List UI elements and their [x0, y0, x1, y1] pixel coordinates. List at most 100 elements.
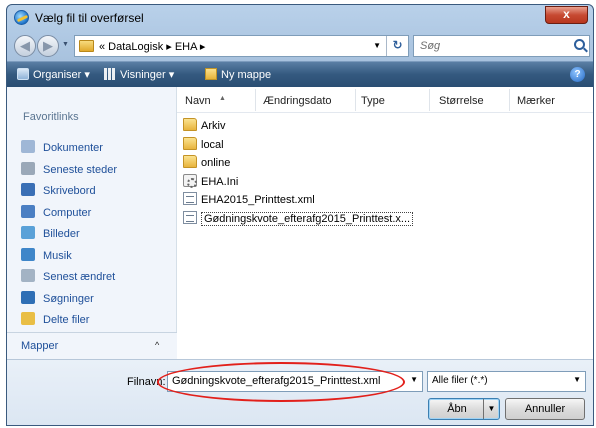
title-bar: Vælg fil til overførsel x	[7, 5, 593, 31]
recently-changed-icon	[21, 269, 35, 282]
nav-item[interactable]: Dokumenter	[21, 138, 117, 160]
file-name: local	[201, 138, 224, 151]
views-label: Visninger ▾	[120, 69, 175, 81]
desktop-icon	[21, 183, 35, 196]
column-divider[interactable]	[255, 89, 256, 111]
computer-icon	[21, 204, 35, 218]
column-type[interactable]: Type	[361, 95, 385, 107]
nav-item[interactable]: Delte filer	[21, 310, 117, 332]
file-row[interactable]: EHA.Ini	[183, 173, 423, 192]
views-button[interactable]: Visninger ▾	[104, 68, 174, 81]
file-name: EHA.Ini	[201, 175, 239, 188]
file-name: EHA2015_Printtest.xml	[201, 194, 315, 207]
open-button[interactable]: Åbn ▼	[428, 398, 500, 420]
back-arrow-icon: ◀	[20, 38, 30, 53]
column-divider[interactable]	[509, 89, 510, 111]
folder-icon	[183, 118, 197, 131]
dialog-footer: Filnavn: Gødningskvote_efterafg2015_Prin…	[7, 359, 593, 425]
recent-places-icon	[21, 161, 35, 175]
address-field[interactable]: « DataLogisk ▸ EHA ▸ ▼ ↻	[74, 35, 409, 57]
window-title: Vælg fil til overførsel	[35, 11, 144, 25]
folders-label: Mapper	[21, 340, 59, 352]
nav-item-label: Musik	[43, 249, 72, 262]
nav-item[interactable]: Billeder	[21, 224, 117, 246]
nav-item[interactable]: Senest ændret	[21, 267, 117, 289]
favorites-list: Dokumenter Seneste steder Skrivebord Comput…	[21, 138, 117, 332]
breadcrumb[interactable]: « DataLogisk ▸ EHA ▸	[99, 40, 205, 53]
column-header-row: Navn ▲ Ændringsdato Type Størrelse Mærker	[177, 87, 593, 113]
file-list: Navn ▲ Ændringsdato Type Størrelse Mærker…	[177, 87, 593, 359]
column-divider[interactable]	[429, 89, 430, 111]
new-folder-button[interactable]: Ny mappe	[205, 68, 271, 81]
nav-item[interactable]: Søgninger	[21, 289, 117, 311]
searches-icon	[21, 290, 35, 304]
sort-ascending-icon: ▲	[219, 95, 226, 102]
refresh-button[interactable]: ↻	[386, 36, 408, 56]
file-row[interactable]: EHA2015_Printtest.xml	[183, 192, 423, 210]
folder-icon	[183, 155, 197, 169]
file-name: Arkiv	[201, 120, 226, 132]
chevron-up-icon[interactable]: ^	[155, 340, 159, 350]
favorites-header: Favoritlinks	[23, 111, 79, 123]
file-row[interactable]: local	[183, 136, 423, 155]
filename-label: Filnavn:	[127, 376, 166, 388]
forward-arrow-icon: ▶	[43, 38, 53, 53]
nav-item-label: Delte filer	[43, 314, 90, 326]
new-folder-label: Ny mappe	[221, 69, 272, 81]
search-icon[interactable]	[574, 39, 585, 50]
file-row[interactable]: Gødningskvote_efterafg2015_Printtest.x..…	[183, 211, 423, 229]
browser-content: Favoritlinks Dokumenter Seneste steder Skr…	[7, 87, 593, 359]
search-placeholder: Søg	[420, 40, 441, 52]
xml-file-icon	[183, 211, 197, 224]
chevron-down-icon[interactable]: ▼	[573, 375, 581, 384]
back-button[interactable]: ◀	[14, 35, 36, 57]
folders-toggle[interactable]: Mapper ^	[7, 332, 177, 359]
column-modified[interactable]: Ændringsdato	[263, 95, 332, 107]
search-input[interactable]: Søg	[413, 35, 590, 57]
music-icon	[21, 247, 35, 261]
refresh-icon: ↻	[392, 38, 403, 52]
filename-input[interactable]: Gødningskvote_efterafg2015_Printtest.xml…	[167, 371, 423, 392]
recent-pages-dropdown[interactable]: ▼	[62, 41, 69, 48]
nav-item-label: Seneste steder	[43, 163, 117, 176]
settings-file-icon	[183, 173, 197, 188]
nav-item-label: Dokumenter	[43, 142, 103, 154]
nav-item[interactable]: Skrivebord	[21, 181, 117, 203]
column-divider[interactable]	[355, 89, 356, 111]
open-options-dropdown[interactable]: ▼	[483, 399, 499, 419]
chevron-down-icon[interactable]: ▼	[373, 41, 381, 50]
forward-button[interactable]: ▶	[37, 35, 59, 57]
nav-item[interactable]: Seneste steder	[21, 160, 117, 182]
chevron-down-icon[interactable]: ▼	[410, 375, 418, 384]
file-type-select[interactable]: Alle filer (*.*) ▼	[427, 371, 586, 392]
file-row[interactable]: online	[183, 155, 423, 173]
folder-icon	[183, 136, 197, 150]
views-icon	[104, 68, 116, 80]
organize-icon	[17, 68, 29, 80]
pictures-icon	[21, 226, 35, 239]
column-tags[interactable]: Mærker	[517, 95, 555, 107]
column-size[interactable]: Størrelse	[439, 95, 484, 107]
xml-file-icon	[183, 192, 197, 206]
file-type-value: Alle filer (*.*)	[432, 375, 488, 386]
file-name: Gødningskvote_efterafg2015_Printtest.x..…	[201, 212, 414, 226]
cancel-button[interactable]: Annuller	[505, 398, 585, 420]
address-bar: ◀ ▶ ▼ « DataLogisk ▸ EHA ▸ ▼ ↻ Søg	[7, 31, 593, 61]
file-row[interactable]: Arkiv	[183, 118, 423, 136]
column-name[interactable]: Navn ▲	[185, 95, 226, 107]
navigation-pane: Favoritlinks Dokumenter Seneste steder Skr…	[7, 87, 177, 359]
open-label: Åbn	[447, 403, 467, 415]
organize-button[interactable]: Organiser ▾	[17, 68, 90, 81]
close-button[interactable]: x	[545, 6, 588, 24]
command-toolbar: Organiser ▾ Visninger ▾ Ny mappe ?	[7, 61, 593, 87]
nav-item-label: Billeder	[43, 228, 80, 240]
nav-item-label: Søgninger	[43, 292, 94, 305]
nav-item-label: Skrivebord	[43, 185, 96, 197]
nav-item[interactable]: Musik	[21, 246, 117, 268]
nav-item[interactable]: Computer	[21, 203, 117, 225]
filename-value: Gødningskvote_efterafg2015_Printtest.xml	[172, 375, 381, 387]
help-icon[interactable]: ?	[570, 67, 585, 82]
organize-label: Organiser ▾	[33, 69, 90, 81]
shared-files-icon	[21, 312, 35, 325]
internet-explorer-icon	[14, 10, 29, 25]
